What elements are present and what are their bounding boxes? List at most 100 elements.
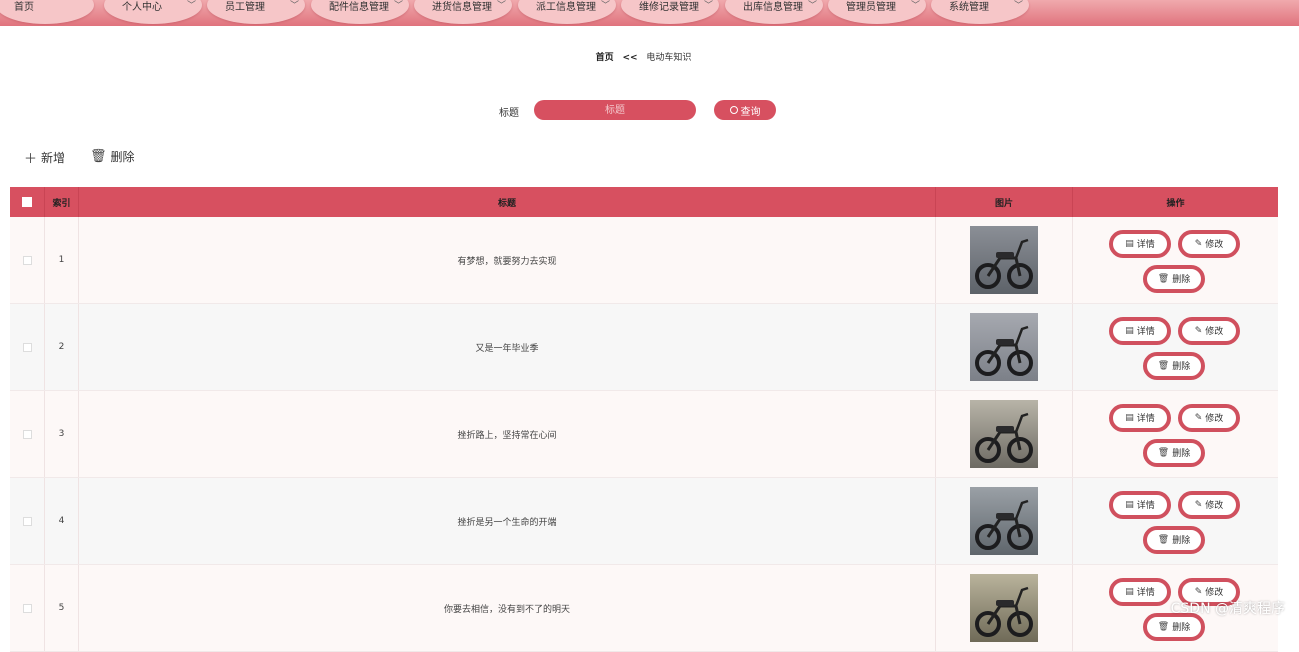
row-checkbox[interactable] [22,516,32,526]
row-image-cell [936,217,1073,303]
pencil-icon: ✎ [1194,238,1203,249]
column-header-image: 图片 [936,187,1073,217]
nav-item[interactable]: 管理员管理 ﹀ [828,0,926,24]
plus-icon: ＋ [24,152,38,167]
ebike-photo [970,487,1038,555]
chevron-down-icon: ﹀ [393,1,403,11]
chevron-down-icon: ﹀ [289,1,299,11]
pencil-icon: ✎ [1194,586,1203,597]
nav-item-label: 个人中心 [122,2,162,13]
edit-button[interactable]: ✎ 修改 [1178,403,1240,432]
header-checkbox-cell [10,187,45,217]
edit-button[interactable]: ✎ 修改 [1178,316,1240,345]
row-delete-button-label: 删除 [1172,623,1191,633]
trash-icon: 🗑 [1157,534,1170,545]
nav-item[interactable]: 个人中心 ﹀ [104,0,202,24]
row-index: 4 [45,478,79,564]
detail-button[interactable]: ▤ 详情 [1109,490,1171,519]
trash-icon: 🗑 [90,149,107,164]
nav-item[interactable]: 系统管理 ﹀ [931,0,1029,24]
document-icon: ▤ [1125,325,1134,336]
delete-button[interactable]: 🗑 删除 [90,148,135,165]
row-checkbox-cell [10,217,45,303]
watermark: CSDN @清爽程序 [1170,601,1285,617]
nav-item[interactable]: 出库信息管理 ﹀ [725,0,823,24]
document-icon: ▤ [1125,238,1134,249]
row-delete-button[interactable]: 🗑 删除 [1143,525,1205,554]
trash-icon: 🗑 [1157,621,1170,632]
nav-item-label: 出库信息管理 [743,2,803,13]
pencil-icon: ✎ [1194,325,1203,336]
search-icon [729,106,738,114]
trash-icon: 🗑 [1157,360,1170,371]
column-header-title: 标题 [79,187,936,217]
row-delete-button-label: 删除 [1172,536,1191,546]
breadcrumb-home[interactable]: 首页 [596,53,614,63]
row-title: 挫折路上，坚持常在心间 [79,391,936,477]
row-checkbox[interactable] [22,342,32,352]
table-body: 1 有梦想，就要努力去实现 ▤ 详情 ✎ 修改 🗑 删除 2 又是一年毕业季 ▤ 详情 ✎ 修改 🗑 删除 3 挫… [10,217,1278,652]
row-delete-button[interactable]: 🗑 删除 [1143,264,1205,293]
nav-item-label: 系统管理 [949,2,989,13]
row-checkbox[interactable] [22,255,32,265]
detail-button[interactable]: ▤ 详情 [1109,229,1171,258]
edit-button[interactable]: ✎ 修改 [1178,490,1240,519]
row-checkbox[interactable] [22,603,32,613]
ebike-photo [970,313,1038,381]
edit-button[interactable]: ✎ 修改 [1178,229,1240,258]
row-image-cell [936,391,1073,477]
nav-item[interactable]: 配件信息管理 ﹀ [311,0,409,24]
row-actions: ▤ 详情 ✎ 修改 🗑 删除 [1073,478,1278,564]
detail-button-label: 详情 [1136,327,1155,337]
row-delete-button-label: 删除 [1172,275,1191,285]
row-delete-button[interactable]: 🗑 删除 [1143,351,1205,380]
table-header: 索引 标题 图片 操作 [10,187,1278,217]
table-row: 3 挫折路上，坚持常在心间 ▤ 详情 ✎ 修改 🗑 删除 [10,391,1278,478]
edit-button-label: 修改 [1205,327,1224,337]
chevron-down-icon: ﹀ [807,1,817,11]
table-row: 1 有梦想，就要努力去实现 ▤ 详情 ✎ 修改 🗑 删除 [10,217,1278,304]
nav-item[interactable]: 派工信息管理 ﹀ [518,0,616,24]
nav-item[interactable]: 首页 [0,0,94,24]
row-index: 5 [45,565,79,651]
row-checkbox-cell [10,478,45,564]
breadcrumb-separator: << [622,53,638,63]
row-delete-button-label: 删除 [1172,449,1191,459]
row-thumbnail[interactable] [970,574,1038,642]
search-input[interactable] [534,100,696,120]
breadcrumb-current: 电动车知识 [646,53,692,63]
chevron-down-icon: ﹀ [1013,1,1023,11]
select-all-checkbox[interactable] [22,197,32,207]
ebike-photo [970,226,1038,294]
edit-button-label: 修改 [1205,240,1224,250]
row-thumbnail[interactable] [970,313,1038,381]
search-button[interactable]: 查询 [714,100,776,120]
nav-item[interactable]: 员工管理 ﹀ [207,0,305,24]
trash-icon: 🗑 [1157,447,1170,458]
nav-item[interactable]: 维修记录管理 ﹀ [621,0,719,24]
row-delete-button-label: 删除 [1172,362,1191,372]
document-icon: ▤ [1125,412,1134,423]
detail-button-label: 详情 [1136,414,1155,424]
nav-item[interactable]: 进货信息管理 ﹀ [414,0,512,24]
search-button-label: 查询 [740,106,761,118]
row-thumbnail[interactable] [970,487,1038,555]
row-thumbnail[interactable] [970,226,1038,294]
edit-button-label: 修改 [1205,501,1224,511]
nav-item-label: 员工管理 [225,2,265,13]
row-thumbnail[interactable] [970,400,1038,468]
row-checkbox[interactable] [22,429,32,439]
add-button[interactable]: ＋ 新增 [24,148,65,167]
pencil-icon: ✎ [1194,412,1203,423]
nav-item-label: 维修记录管理 [639,2,699,13]
chevron-down-icon: ﹀ [186,1,196,11]
row-image-cell [936,565,1073,651]
detail-button[interactable]: ▤ 详情 [1109,577,1171,606]
detail-button[interactable]: ▤ 详情 [1109,403,1171,432]
row-delete-button[interactable]: 🗑 删除 [1143,438,1205,467]
document-icon: ▤ [1125,499,1134,510]
detail-button[interactable]: ▤ 详情 [1109,316,1171,345]
chevron-down-icon: ﹀ [600,1,610,11]
ebike-photo [970,400,1038,468]
pencil-icon: ✎ [1194,499,1203,510]
